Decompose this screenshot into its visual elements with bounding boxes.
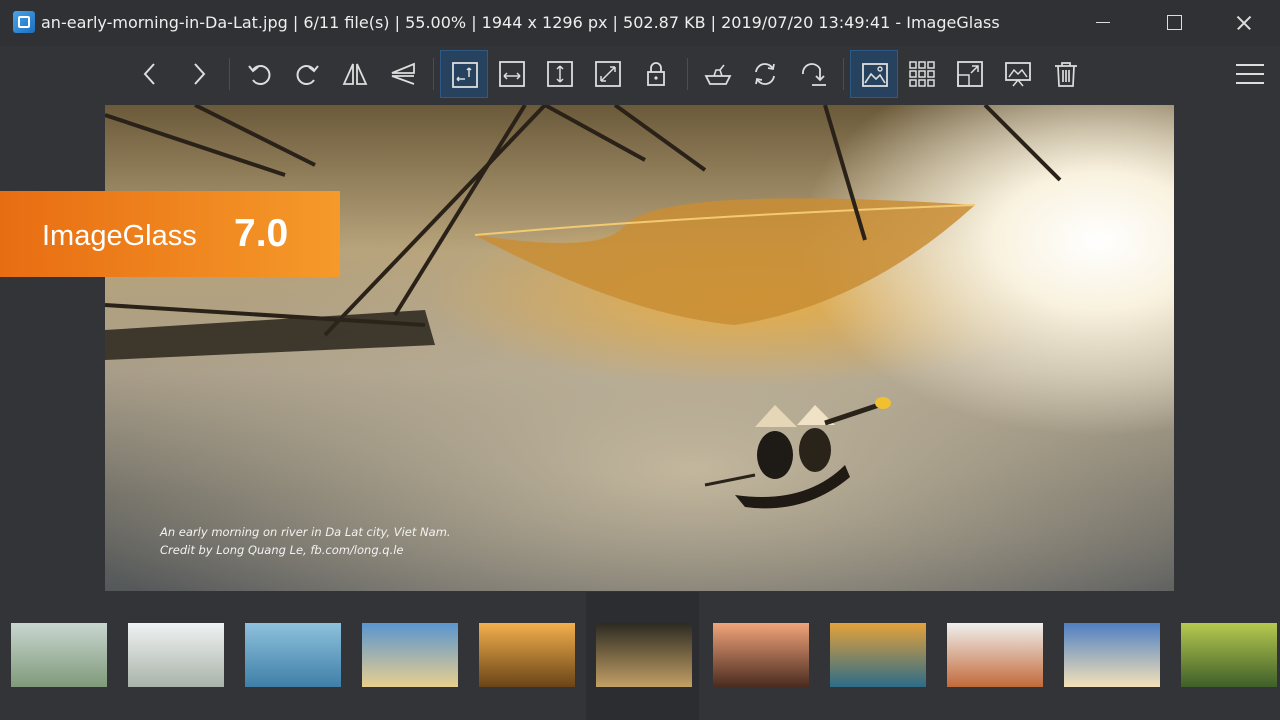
toolbar — [0, 46, 1280, 104]
minimize-button[interactable] — [1074, 0, 1132, 46]
imageglass-app-icon[interactable] — [13, 11, 35, 33]
thumbnail-image — [128, 623, 224, 687]
trash-icon — [1055, 62, 1077, 87]
toolbar-separator — [843, 58, 844, 90]
chevron-right-icon — [194, 63, 206, 85]
thumbnail-bar-button[interactable] — [898, 50, 946, 98]
fullscreen-icon — [957, 61, 983, 87]
badge-version: 7.0 — [234, 212, 289, 255]
scale-height-icon — [547, 61, 573, 87]
scale-to-width-button[interactable] — [488, 50, 536, 98]
toolbar-separator — [433, 58, 434, 90]
thumbnail-fisherman-blue[interactable] — [235, 592, 348, 720]
thumbnail-image — [830, 623, 926, 687]
open-with-icon — [704, 64, 732, 85]
maximize-button[interactable] — [1144, 0, 1202, 46]
flip-horizontal-icon — [342, 63, 368, 85]
open-with-button[interactable] — [694, 50, 742, 98]
thumbnail-early-morning-river[interactable] — [586, 592, 699, 720]
flip-vertical-button[interactable] — [379, 50, 427, 98]
thumbnail-bar — [0, 592, 1280, 720]
chevron-left-icon — [143, 63, 155, 85]
auto-zoom-icon — [452, 62, 478, 88]
next-image-button[interactable] — [174, 50, 222, 98]
thumbnail-image — [713, 623, 809, 687]
rotate-right-icon — [296, 65, 319, 85]
photo-early-morning-river — [105, 105, 1062, 509]
thumbnail-image — [596, 623, 692, 687]
slideshow-button[interactable] — [994, 50, 1042, 98]
previous-image-button[interactable] — [127, 50, 175, 98]
full-screen-button[interactable] — [946, 50, 994, 98]
delete-button[interactable] — [1042, 50, 1090, 98]
thumbnail-clouds-over-hills[interactable] — [118, 592, 231, 720]
image-icon — [862, 63, 888, 87]
caption-line-1: An early morning on river in Da Lat city… — [160, 525, 451, 539]
thumbnail-green-lake[interactable] — [1171, 592, 1280, 720]
thumbnail-fishing-net-sunrise[interactable] — [352, 592, 465, 720]
grid-icon — [909, 61, 935, 87]
checkerboard-background-button[interactable] — [850, 50, 898, 98]
rotate-right-button[interactable] — [283, 50, 331, 98]
thumbnail-image — [1064, 623, 1160, 687]
go-to-image-button[interactable] — [789, 50, 837, 98]
thumbnail-image — [362, 623, 458, 687]
slideshow-icon — [1005, 62, 1031, 87]
lock-zoom-button[interactable] — [632, 50, 680, 98]
main-menu-button[interactable] — [1226, 50, 1274, 98]
goto-icon — [802, 63, 826, 86]
thumbnail-misty-valley[interactable] — [1, 592, 114, 720]
thumbnail-image — [947, 623, 1043, 687]
hamburger-menu-icon — [1236, 64, 1264, 84]
scale-width-icon — [499, 61, 525, 87]
imageglass-version-badge: ImageGlass 7.0 — [0, 191, 340, 277]
image-viewer[interactable]: An early morning on river in Da Lat city… — [105, 105, 1174, 591]
flip-vertical-icon — [391, 62, 415, 85]
thumbnail-pier-sunrise[interactable] — [1054, 592, 1167, 720]
thumbnail-river-boats[interactable] — [820, 592, 933, 720]
rotate-left-icon — [248, 65, 271, 85]
thumbnail-golden-fog[interactable] — [469, 592, 582, 720]
window-title: an-early-morning-in-Da-Lat.jpg | 6/11 fi… — [41, 13, 1000, 32]
close-button[interactable] — [1214, 0, 1272, 46]
scale-fit-icon — [595, 61, 621, 87]
title-bar: an-early-morning-in-Da-Lat.jpg | 6/11 fi… — [0, 0, 1280, 46]
thumbnail-foggy-trees[interactable] — [937, 592, 1050, 720]
thumbnail-image — [1181, 623, 1277, 687]
flip-horizontal-button[interactable] — [331, 50, 379, 98]
badge-app-name: ImageGlass — [42, 220, 197, 252]
lock-icon — [647, 62, 665, 86]
thumbnail-image — [11, 623, 107, 687]
rotate-left-button[interactable] — [236, 50, 284, 98]
toolbar-separator — [229, 58, 230, 90]
scale-to-fit-button[interactable] — [584, 50, 632, 98]
thumbnail-image — [245, 623, 341, 687]
caption-line-2: Credit by Long Quang Le, fb.com/long.q.l… — [160, 543, 404, 557]
thumbnail-image — [479, 623, 575, 687]
refresh-icon — [755, 63, 775, 85]
scale-to-height-button[interactable] — [536, 50, 584, 98]
refresh-button[interactable] — [741, 50, 789, 98]
toolbar-separator — [687, 58, 688, 90]
photo-caption: An early morning on river in Da Lat city… — [160, 523, 451, 559]
thumbnail-buffalo-sunset[interactable] — [703, 592, 816, 720]
auto-zoom-button[interactable] — [440, 50, 488, 98]
